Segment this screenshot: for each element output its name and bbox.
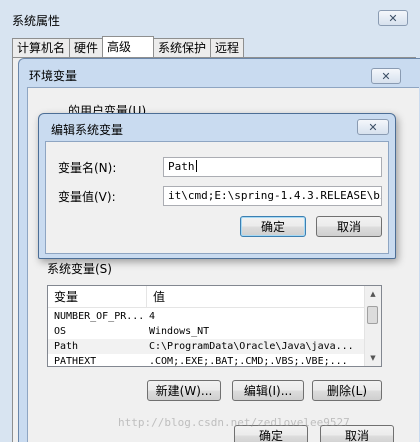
cell-value: .COM;.EXE;.BAT;.CMD;.VBS;.VBE;... <box>149 356 348 367</box>
window-title: 系统属性 <box>12 14 61 28</box>
system-variables-list[interactable]: 变量 值 NUMBER_OF_PR... 4 OS Windows_NT Pat… <box>47 285 382 367</box>
edit-system-variable-dialog: 编辑系统变量 ✕ 变量名(N): Path 变量值(V): it\cmd;E:\… <box>38 113 396 259</box>
column-header-value[interactable]: 值 <box>147 286 367 307</box>
cancel-button[interactable]: 取消 <box>316 216 382 237</box>
column-header-variable[interactable]: 变量 <box>48 286 147 307</box>
dialog-title: 编辑系统变量 <box>51 123 124 137</box>
cell-variable: Path <box>54 341 79 352</box>
new-button[interactable]: 新建(W)... <box>147 380 221 401</box>
ok-button[interactable]: 确定 <box>240 216 306 237</box>
close-icon[interactable]: ✕ <box>357 119 389 135</box>
cell-value: 4 <box>149 311 156 322</box>
tab-advanced[interactable]: 高级 <box>102 36 155 58</box>
tab-system-protection[interactable]: 系统保护 <box>153 38 212 58</box>
dialog-title: 环境变量 <box>29 69 78 83</box>
cell-value: C:\ProgramData\Oracle\Java\java... <box>149 341 354 352</box>
close-icon[interactable]: ✕ <box>378 10 408 26</box>
variable-name-field[interactable]: Path <box>163 157 382 177</box>
table-row[interactable]: OS Windows_NT <box>48 324 364 339</box>
tab-strip: 计算机名 硬件 高级 系统保护 远程 <box>12 36 245 58</box>
cell-variable: PATHEXT <box>54 356 97 367</box>
variable-name-label: 变量名(N): <box>58 161 117 175</box>
cell-variable: NUMBER_OF_PR... <box>54 311 145 322</box>
system-variables-label: 系统变量(S) <box>47 262 112 276</box>
tab-computer-name[interactable]: 计算机名 <box>12 38 71 58</box>
scroll-thumb[interactable] <box>367 306 378 324</box>
scroll-up-icon[interactable]: ▲ <box>365 286 381 302</box>
table-row-selected[interactable]: Path C:\ProgramData\Oracle\Java\java... <box>48 339 364 354</box>
variable-name-text: Path <box>168 160 195 173</box>
cell-variable: OS <box>54 326 67 337</box>
list-header: 变量 值 <box>48 286 381 308</box>
list-rows: NUMBER_OF_PR... 4 OS Windows_NT Path C:\… <box>48 309 364 367</box>
dialog-body: 变量名(N): Path 变量值(V): it\cmd;E:\spring-1.… <box>45 141 389 254</box>
delete-button[interactable]: 删除(L) <box>312 380 382 401</box>
edit-button[interactable]: 编辑(I)... <box>232 380 304 401</box>
vertical-scrollbar[interactable]: ▲ ▼ <box>364 286 381 366</box>
variable-value-field[interactable]: it\cmd;E:\spring-1.4.3.RELEASE\bin; <box>163 186 382 206</box>
tab-hardware[interactable]: 硬件 <box>69 38 104 58</box>
watermark: http://blog.csdn.net/zedlovelee9527 <box>118 416 350 429</box>
scroll-down-icon[interactable]: ▼ <box>365 350 381 366</box>
table-row[interactable]: NUMBER_OF_PR... 4 <box>48 309 364 324</box>
variable-value-label: 变量值(V): <box>58 190 116 204</box>
close-icon[interactable]: ✕ <box>371 68 401 84</box>
tab-remote[interactable]: 远程 <box>210 38 245 58</box>
text-caret <box>195 160 197 172</box>
table-row[interactable]: PATHEXT .COM;.EXE;.BAT;.CMD;.VBS;.VBE;..… <box>48 354 364 367</box>
cell-value: Windows_NT <box>149 326 210 337</box>
